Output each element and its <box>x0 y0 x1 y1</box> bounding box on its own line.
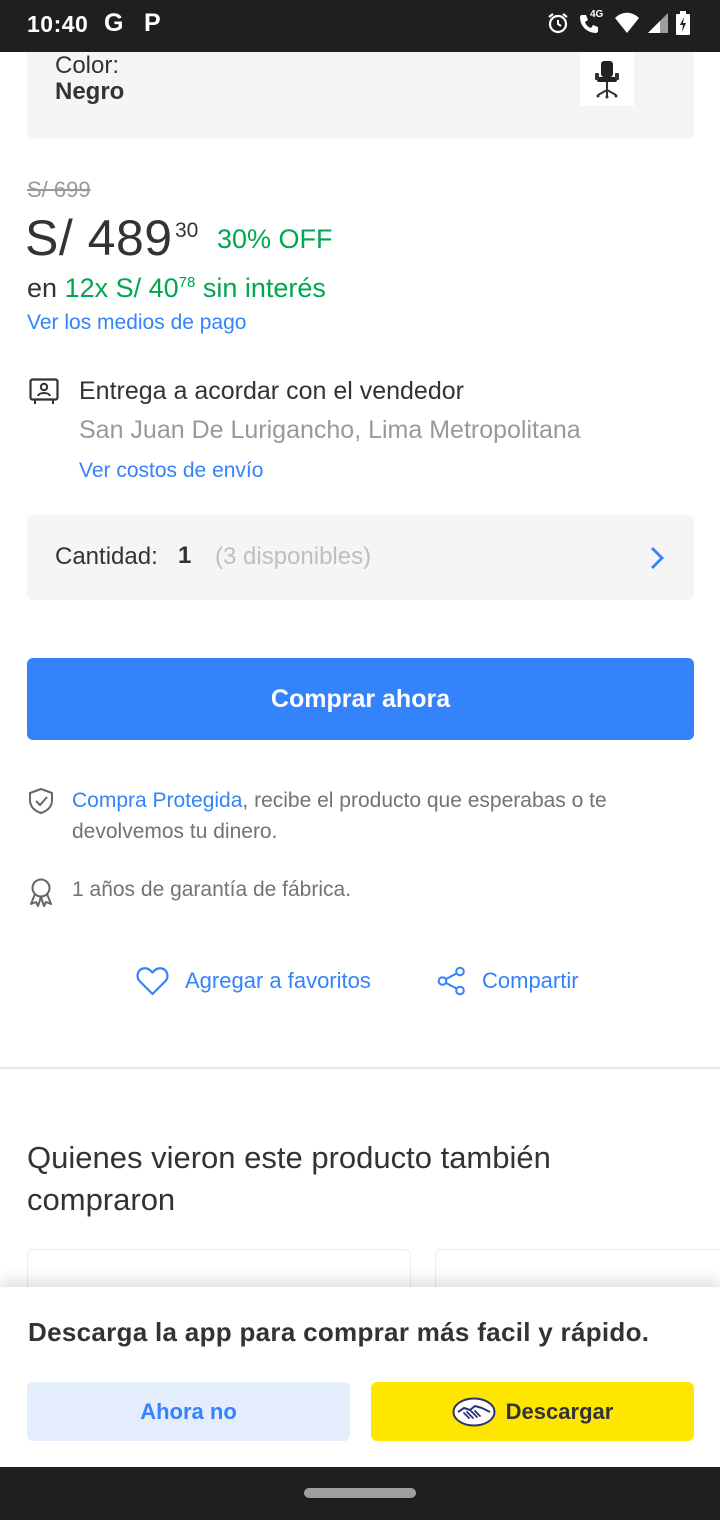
quantity-selector[interactable]: Cantidad: 1 (3 disponibles) <box>27 515 694 600</box>
section-divider <box>0 1067 720 1069</box>
recommendations-title: Quienes vieron este producto también com… <box>27 1140 551 1217</box>
google-icon: G <box>104 9 124 37</box>
share-label: Compartir <box>482 968 579 993</box>
shipping-location: San Juan De Lurigancho, Lima Metropolita… <box>79 416 581 444</box>
status-bar: 10:40 G P 4G <box>0 0 720 52</box>
wifi-icon <box>615 12 639 33</box>
shield-check-icon <box>29 787 53 815</box>
buy-now-button[interactable]: Comprar ahora <box>27 658 694 740</box>
network-label: 4G <box>590 9 604 20</box>
current-price-cents: 30 <box>175 219 199 242</box>
installments-cents: 78 <box>178 274 196 291</box>
wifi-calling-icon: 4G <box>577 9 607 35</box>
award-ribbon-icon <box>30 878 52 907</box>
system-navigation-bar <box>0 1467 720 1520</box>
installments-prefix: en <box>27 273 58 303</box>
pickup-agreement-icon <box>29 378 59 404</box>
color-value: Negro <box>55 78 125 105</box>
home-gesture-handle[interactable] <box>304 1488 416 1498</box>
purchase-protection-text: Compra Protegida, recibe el producto que… <box>72 785 692 847</box>
share-button[interactable]: Compartir <box>437 966 579 996</box>
share-icon <box>437 966 465 996</box>
download-button[interactable]: Descargar <box>371 1382 694 1441</box>
alarm-icon <box>548 13 568 34</box>
shipping-title: Entrega a acordar con el vendedor <box>79 377 464 405</box>
add-to-favorites-button[interactable]: Agregar a favoritos <box>136 966 371 996</box>
not-now-button[interactable]: Ahora no <box>27 1382 350 1441</box>
mercadolibre-handshake-icon <box>452 1397 496 1426</box>
color-label: Color: <box>55 52 120 79</box>
download-label: Descargar <box>505 1398 614 1424</box>
installments-info: en 12x S/ 4078 sin interés <box>27 273 326 304</box>
quantity-value: 1 <box>178 542 192 569</box>
warranty-text: 1 años de garantía de fábrica. <box>72 878 352 901</box>
color-thumbnail[interactable] <box>580 52 634 106</box>
app-download-banner: Descarga la app para comprar más facil y… <box>0 1287 720 1467</box>
heart-icon <box>136 967 169 996</box>
banner-text: Descarga la app para comprar más facil y… <box>28 1317 650 1347</box>
discount-badge: 30% OFF <box>217 224 333 254</box>
battery-icon <box>676 11 690 35</box>
shipping-costs-link[interactable]: Ver costos de envío <box>79 459 263 483</box>
installments-amount: 12x S/ 40 <box>64 273 179 303</box>
chevron-right-icon <box>651 547 664 569</box>
color-variant-card[interactable]: Color: Negro <box>27 52 694 139</box>
current-price: S/ 489 <box>25 210 173 266</box>
quantity-label: Cantidad: <box>55 543 158 570</box>
favorites-label: Agregar a favoritos <box>185 968 371 993</box>
installments-plan: 12x S/ 4078 <box>65 273 196 303</box>
payment-methods-link[interactable]: Ver los medios de pago <box>27 311 246 335</box>
original-price: S/ 699 <box>27 177 91 202</box>
signal-icon <box>648 13 668 33</box>
installments-suffix: sin interés <box>202 273 326 303</box>
office-chair-icon <box>595 61 619 99</box>
protected-purchase-link[interactable]: Compra Protegida <box>72 789 242 812</box>
p-app-icon: P <box>144 9 161 37</box>
status-time: 10:40 <box>27 11 89 37</box>
quantity-available: (3 disponibles) <box>215 543 372 570</box>
